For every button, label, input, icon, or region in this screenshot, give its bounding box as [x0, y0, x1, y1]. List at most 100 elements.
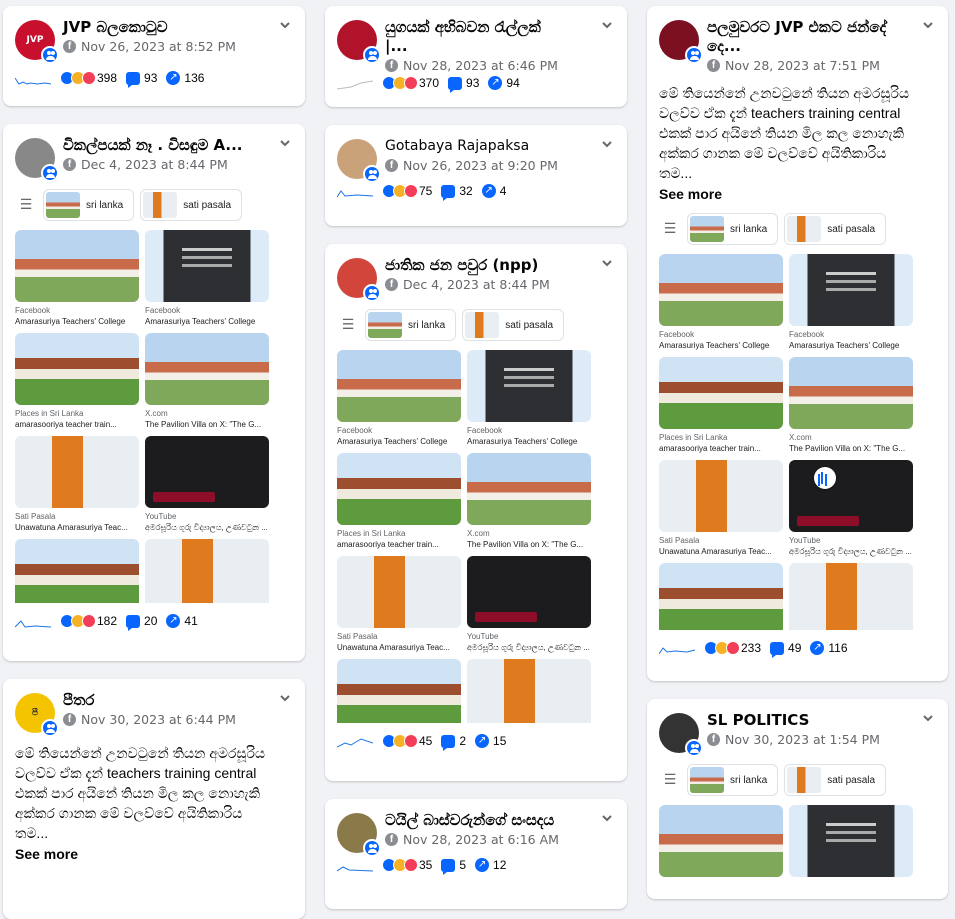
- reaction-icons: [704, 641, 740, 655]
- result-video: [145, 436, 269, 508]
- chevron-down-icon[interactable]: [922, 712, 934, 724]
- chip-sati-pasala: sati pasala: [784, 213, 887, 245]
- comment-count: 49: [788, 641, 802, 655]
- author-name[interactable]: පලමුවරට JVP එකට ජන්දේ දෙ...: [707, 18, 887, 56]
- group-badge-icon: [685, 46, 703, 64]
- group-badge-icon: [363, 46, 381, 64]
- see-more-link[interactable]: See more: [15, 846, 293, 862]
- post-card[interactable]: Gotabaya Rajapaksa f Nov 26, 2023 at 9:20…: [325, 125, 627, 226]
- author-name[interactable]: ජාතික ජන පවුර (npp): [385, 256, 565, 275]
- post-time[interactable]: Nov 26, 2023 at 9:20 PM: [403, 158, 558, 173]
- post-time[interactable]: Nov 28, 2023 at 7:51 PM: [725, 58, 880, 73]
- post-time[interactable]: Nov 30, 2023 at 6:44 PM: [81, 712, 236, 727]
- result-image: [15, 333, 139, 405]
- post-time[interactable]: Nov 28, 2023 at 6:16 AM: [403, 832, 559, 847]
- sparkline-icon: [337, 866, 373, 872]
- chevron-down-icon[interactable]: [601, 19, 613, 31]
- share-icon: ↗: [810, 641, 825, 655]
- chevron-down-icon[interactable]: [601, 257, 613, 269]
- comment-count: 20: [144, 614, 158, 628]
- search-results-image[interactable]: ☰ sri lanka sati pasala Facebook Amarasur…: [15, 188, 293, 603]
- share-count: 41: [184, 614, 198, 628]
- post-card[interactable]: යුගයක් අභිබවන රැල්ලක් |... f Nov 28, 2023…: [325, 6, 627, 107]
- comment-count: 93: [144, 71, 158, 85]
- share-count: 94: [506, 76, 520, 90]
- share-icon: ↗: [166, 71, 181, 85]
- chip-sati-pasala: sati pasala: [462, 309, 565, 341]
- post-time[interactable]: Nov 26, 2023 at 8:52 PM: [81, 39, 236, 54]
- author-name[interactable]: SL POLITICS: [707, 711, 887, 730]
- reaction-count: 35: [419, 858, 433, 872]
- facebook-icon: f: [707, 733, 720, 746]
- group-badge-icon: [363, 165, 381, 183]
- facebook-icon: f: [385, 278, 398, 291]
- reaction-count: 75: [419, 184, 433, 198]
- chip-sri-lanka: sri lanka: [43, 189, 135, 221]
- post-time[interactable]: Nov 30, 2023 at 1:54 PM: [725, 732, 880, 747]
- share-count: 116: [828, 641, 848, 655]
- group-badge-icon: [41, 164, 59, 182]
- chip-sri-lanka: sri lanka: [687, 764, 779, 796]
- reaction-icons: [382, 858, 418, 872]
- post-card[interactable]: විකල්පයක් නෑ . විසඳුම A... f Dec 4, 2023 …: [3, 124, 305, 661]
- chevron-down-icon[interactable]: [279, 692, 291, 704]
- author-name[interactable]: ටයිල් බාස්වරුන්ගේ සංසදය: [385, 811, 565, 830]
- chevron-down-icon[interactable]: [279, 137, 291, 149]
- group-badge-icon: [363, 839, 381, 857]
- sparkline-icon: [659, 647, 695, 655]
- share-icon: ↗: [166, 614, 181, 628]
- author-name[interactable]: Gotabaya Rajapaksa: [385, 137, 565, 156]
- author-name[interactable]: යුගයක් අභිබවන රැල්ලක් |...: [385, 18, 565, 56]
- comment-icon: [126, 71, 141, 88]
- sparkline-icon: [337, 80, 373, 90]
- facebook-icon: f: [63, 40, 76, 53]
- post-stats: 75 32 ↗ 4: [337, 183, 615, 201]
- search-results-image[interactable]: ☰ sri lanka sati pasala Facebook Amarasur…: [337, 308, 615, 723]
- chevron-down-icon[interactable]: [279, 19, 291, 31]
- post-card[interactable]: ටයිල් බාස්වරුන්ගේ සංසදය f Nov 28, 2023 at…: [325, 799, 627, 909]
- reaction-icons: [382, 184, 418, 198]
- reaction-count: 45: [419, 734, 433, 748]
- post-time[interactable]: Dec 4, 2023 at 8:44 PM: [403, 277, 550, 292]
- chip-sati-pasala: sati pasala: [784, 764, 887, 796]
- feed-column-1: JVP JVP බලකොටුව f Nov 26, 2023 at 8:52 PM…: [3, 6, 305, 919]
- sparkline-icon: [15, 77, 51, 85]
- search-results-image[interactable]: ☰ sri lanka sati pasala Facebook Amarasur…: [659, 212, 936, 630]
- post-card[interactable]: පලමුවරට JVP එකට ජන්දේ දෙ... f Nov 28, 202…: [647, 6, 948, 681]
- group-badge-icon: [41, 719, 59, 737]
- share-icon: ↗: [481, 184, 496, 198]
- chevron-down-icon[interactable]: [601, 138, 613, 150]
- post-time[interactable]: Dec 4, 2023 at 8:44 PM: [81, 157, 228, 172]
- post-card[interactable]: ජාතික ජන පවුර (npp) f Dec 4, 2023 at 8:44…: [325, 244, 627, 781]
- reaction-count: 398: [97, 71, 118, 85]
- facebook-icon: f: [707, 59, 720, 72]
- post-card[interactable]: පී පීතර f Nov 30, 2023 at 6:44 PM මේ තියෙ…: [3, 679, 305, 919]
- post-card[interactable]: SL POLITICS f Nov 30, 2023 at 1:54 PM ☰ s…: [647, 699, 948, 899]
- post-time[interactable]: Nov 28, 2023 at 6:46 PM: [403, 58, 558, 73]
- reaction-icons: [60, 614, 96, 628]
- share-count: 136: [184, 71, 205, 85]
- facebook-icon: f: [63, 713, 76, 726]
- see-more-link[interactable]: See more: [659, 186, 936, 202]
- feed-column-3: පලමුවරට JVP එකට ජන්දේ දෙ... f Nov 28, 202…: [647, 6, 948, 899]
- author-name[interactable]: විකල්පයක් නෑ . විසඳුම A...: [63, 136, 243, 155]
- author-name[interactable]: JVP බලකොටුව: [63, 18, 243, 37]
- author-name[interactable]: පීතර: [63, 691, 243, 710]
- post-stats: 233 49 ↗ 116: [659, 640, 936, 658]
- share-count: 15: [493, 734, 507, 748]
- post-text: මේ තියෙන්නේ උනවටුනේ තියන අමරසූරිය වලව්ව …: [15, 745, 266, 841]
- reaction-count: 370: [419, 76, 440, 90]
- sparkline-icon: [337, 190, 373, 198]
- comment-icon: [441, 184, 456, 201]
- search-results-image[interactable]: ☰ sri lanka sati pasala: [659, 763, 936, 899]
- post-card[interactable]: JVP JVP බලකොටුව f Nov 26, 2023 at 8:52 PM…: [3, 6, 305, 106]
- share-icon: ↗: [475, 734, 490, 748]
- group-badge-icon: [363, 284, 381, 302]
- result-image: [15, 230, 139, 302]
- reaction-count: 233: [741, 641, 762, 655]
- audio-wave-icon[interactable]: [814, 467, 836, 489]
- chevron-down-icon[interactable]: [601, 812, 613, 824]
- sparkline-icon: [15, 620, 51, 628]
- filter-icon: ☰: [19, 197, 33, 213]
- chevron-down-icon[interactable]: [922, 19, 934, 31]
